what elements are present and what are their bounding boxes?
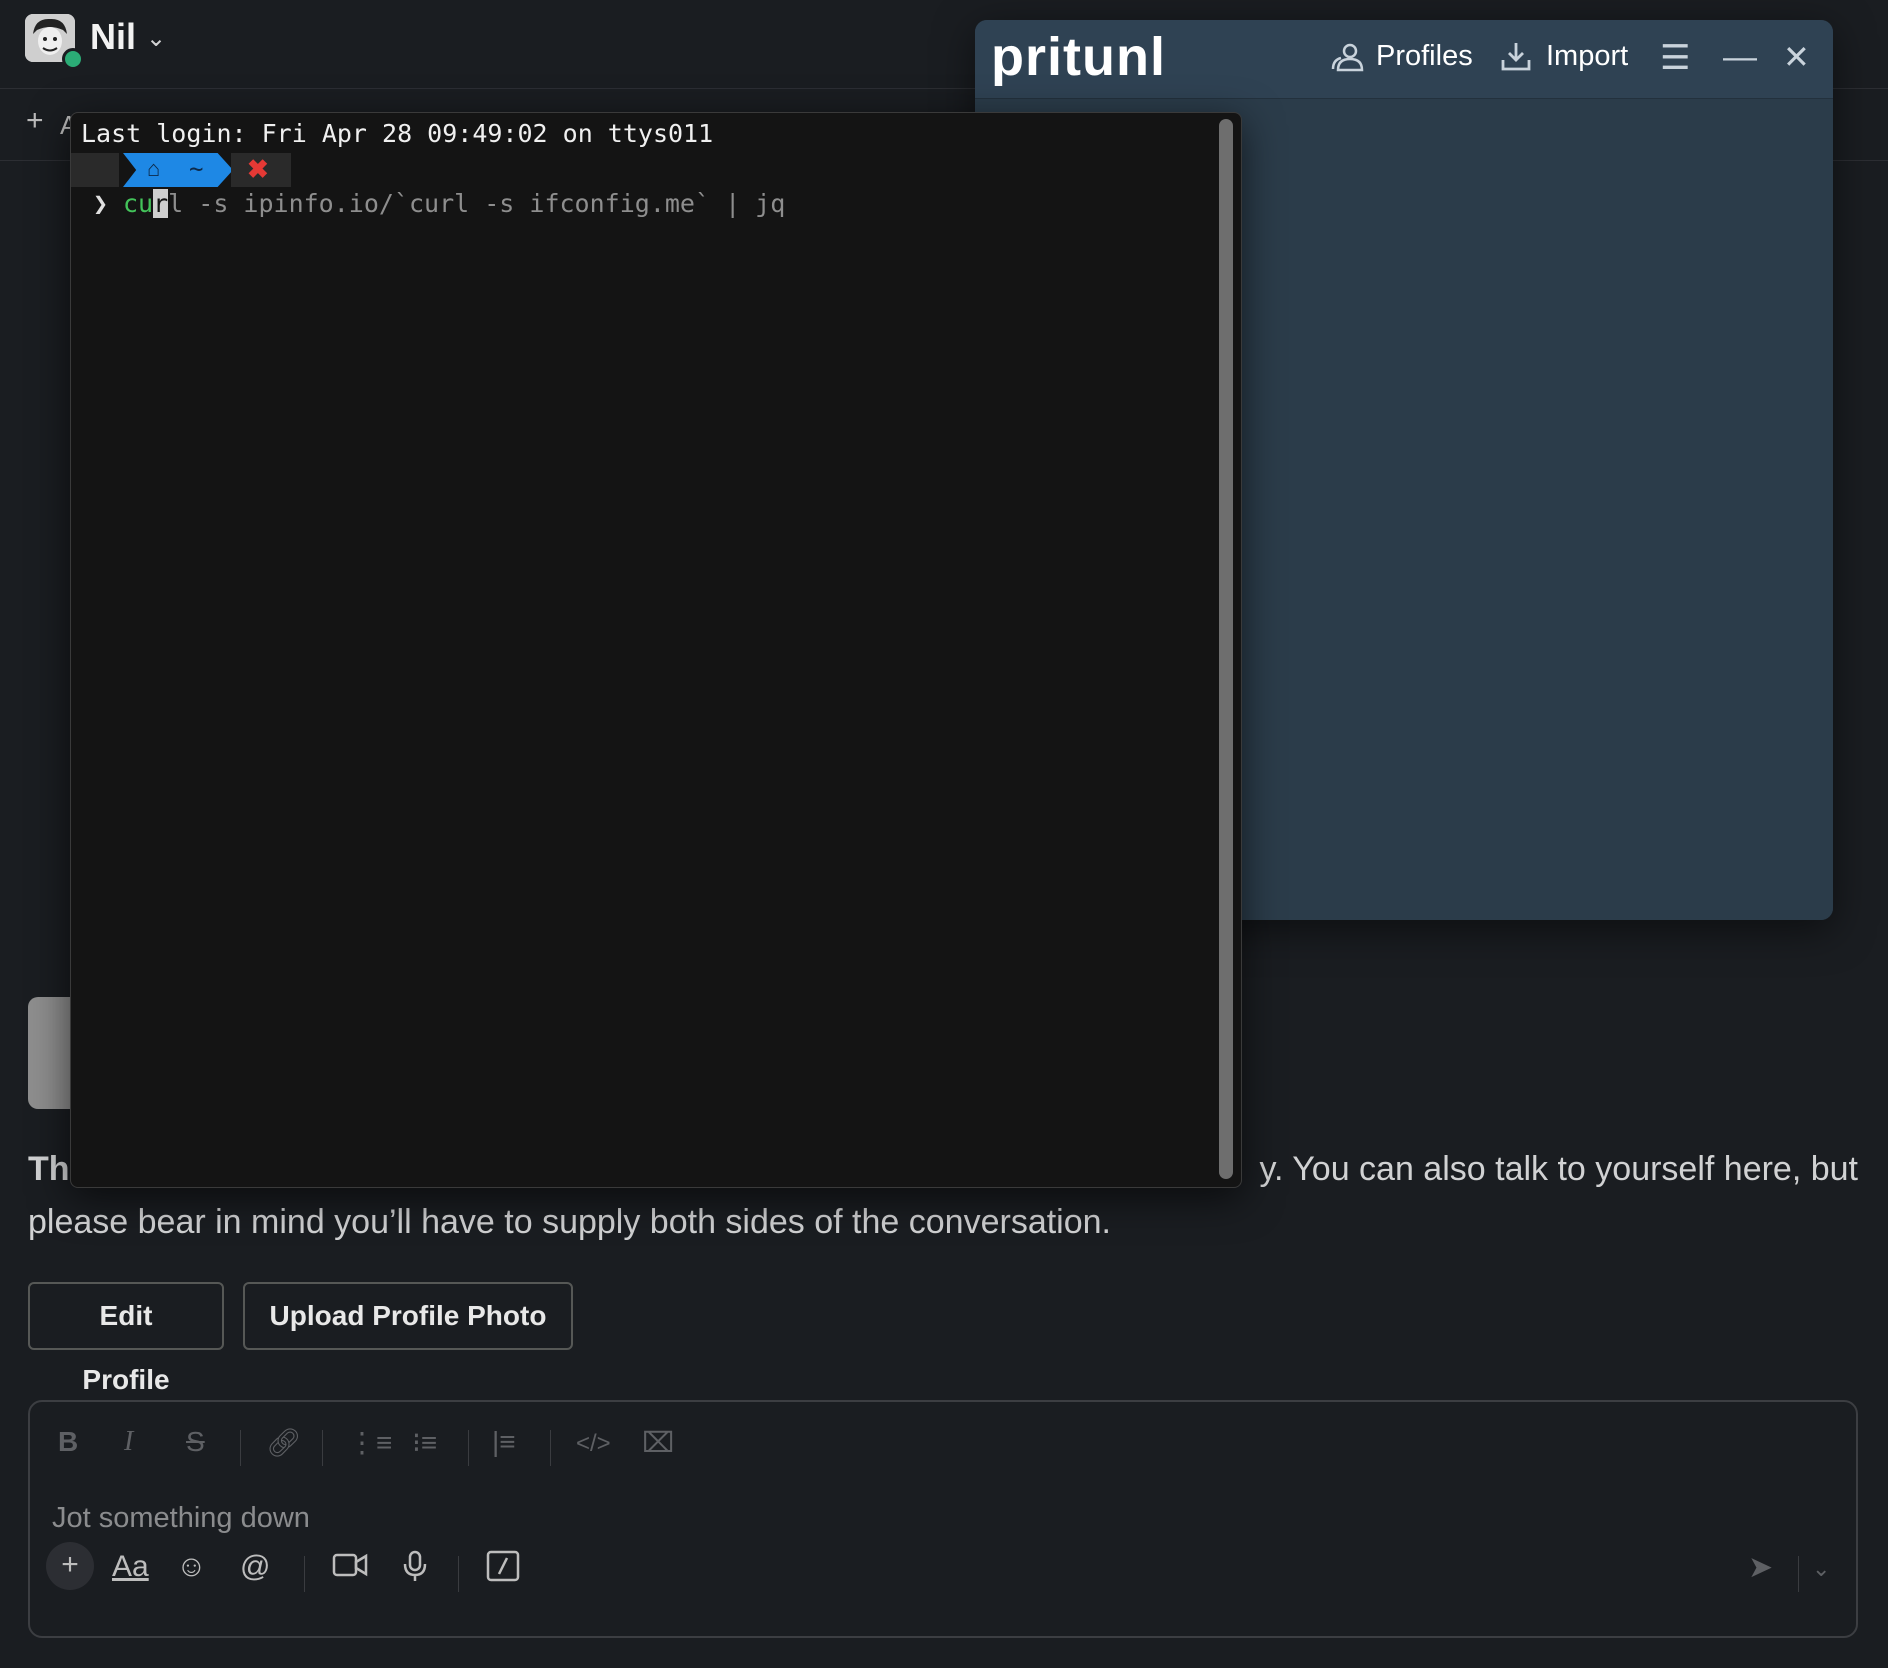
- slash-command-icon[interactable]: [486, 1550, 520, 1590]
- toolbar-divider: [1798, 1556, 1799, 1592]
- toolbar-divider: [240, 1430, 241, 1466]
- profiles-icon[interactable]: [1330, 42, 1364, 80]
- intro-text-start: Th: [28, 1150, 70, 1188]
- microphone-icon[interactable]: [402, 1550, 428, 1590]
- prompt-status-segment: ✖: [231, 153, 291, 187]
- import-nav[interactable]: Import: [1546, 40, 1628, 73]
- composer-placeholder[interactable]: Jot something down: [52, 1502, 310, 1535]
- toolbar-divider: [458, 1556, 459, 1592]
- terminal-scrollbar[interactable]: [1219, 119, 1233, 1179]
- terminal-window[interactable]: Last login: Fri Apr 28 09:49:02 on ttys0…: [70, 112, 1242, 1188]
- toolbar-divider: [550, 1430, 551, 1466]
- last-login-line: Last login: Fri Apr 28 09:49:02 on ttys0…: [81, 119, 714, 148]
- user-name[interactable]: Nil: [90, 16, 136, 58]
- home-dir-label: ~: [189, 155, 204, 183]
- emoji-icon[interactable]: ☺: [176, 1550, 207, 1584]
- mention-icon[interactable]: @: [240, 1550, 270, 1584]
- chevron-down-icon[interactable]: ⌄: [146, 24, 166, 53]
- pritunl-logo: pritunl: [991, 27, 1166, 87]
- ordered-list-icon[interactable]: ⋮≡: [348, 1426, 392, 1459]
- import-icon[interactable]: [1500, 40, 1532, 80]
- toolbar-divider: [468, 1430, 469, 1466]
- upload-photo-button[interactable]: Upload Profile Photo: [243, 1282, 573, 1350]
- menu-icon[interactable]: ☰: [1660, 38, 1690, 78]
- profiles-nav[interactable]: Profiles: [1376, 40, 1473, 73]
- strikethrough-icon[interactable]: S: [186, 1426, 205, 1458]
- home-icon: ⌂: [147, 156, 161, 181]
- intro-text-line1: y. You can also talk to yourself here, b…: [1259, 1150, 1858, 1188]
- prompt-arrow: ❯: [93, 189, 109, 218]
- bold-icon[interactable]: B: [58, 1426, 78, 1458]
- edit-profile-button[interactable]: Edit Profile: [28, 1282, 224, 1395]
- command-suggestion: l -s ipinfo.io/`curl -s ifconfig.me` | j…: [168, 189, 786, 218]
- command-typed: cu: [123, 189, 154, 218]
- close-icon[interactable]: ✕: [1783, 38, 1810, 76]
- format-toggle-icon[interactable]: Aa: [112, 1550, 149, 1584]
- intro-text-line2: please bear in mind you’ll have to suppl…: [28, 1203, 1111, 1241]
- prompt-os-segment: [71, 153, 119, 187]
- minimize-icon[interactable]: —: [1723, 38, 1757, 77]
- code-block-icon[interactable]: ⌧: [642, 1426, 674, 1459]
- presence-indicator: [62, 48, 84, 70]
- video-icon[interactable]: [332, 1550, 368, 1588]
- send-icon[interactable]: ➤: [1748, 1550, 1773, 1585]
- prompt-dir-segment: ⌂ ~: [123, 153, 233, 187]
- link-icon[interactable]: 🔗︎: [266, 1426, 302, 1459]
- send-options-chevron-icon[interactable]: ⌄: [1812, 1556, 1830, 1582]
- command-line[interactable]: curl -s ipinfo.io/`curl -s ifconfig.me` …: [123, 189, 785, 218]
- add-attachment-icon[interactable]: +: [46, 1542, 94, 1590]
- add-icon[interactable]: +: [26, 104, 44, 138]
- toolbar-divider: [322, 1430, 323, 1466]
- code-icon[interactable]: </>: [576, 1430, 611, 1458]
- text-cursor: r: [153, 189, 169, 218]
- bulleted-list-icon[interactable]: ⁝≡: [412, 1426, 437, 1459]
- error-x-icon: ✖: [247, 154, 269, 184]
- toolbar-divider: [304, 1556, 305, 1592]
- italic-icon[interactable]: I: [124, 1426, 133, 1458]
- blockquote-icon[interactable]: |≡: [492, 1426, 516, 1458]
